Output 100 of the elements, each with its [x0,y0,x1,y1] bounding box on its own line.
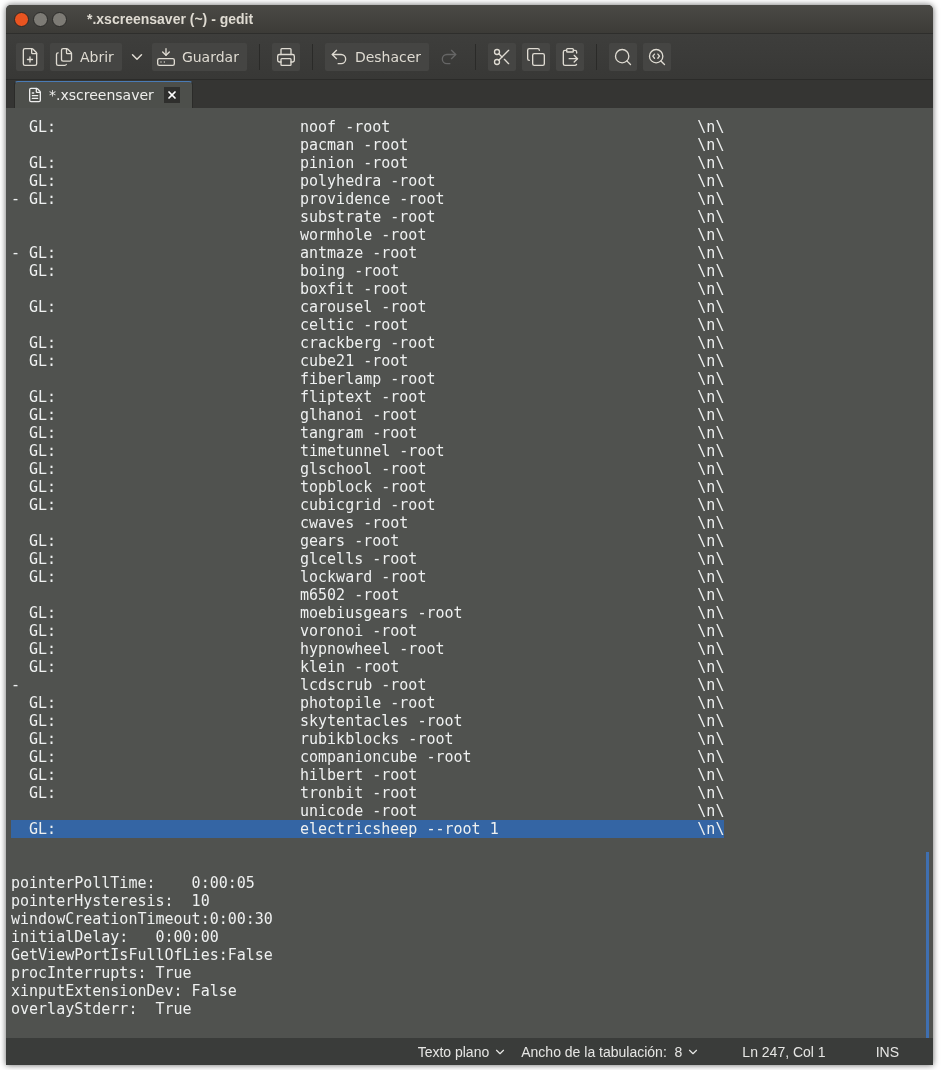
command-text: cube21 -root [300,352,409,370]
line-marker: GL: [28,550,57,568]
line-marker: - GL: [11,190,57,208]
line-marker: GL: [28,712,57,730]
document-tab[interactable]: *.xscreensaver [14,81,193,108]
line-end: \n\ [697,262,725,280]
command-text: pinion -root [300,154,409,172]
line-end: \n\ [697,820,725,838]
copy-button[interactable] [522,42,551,71]
line-marker: GL: [28,766,57,784]
cut-button[interactable] [488,42,517,71]
command-text: boxfit -root [300,280,409,298]
line-marker: GL: [28,820,57,838]
line-end: \n\ [697,154,725,172]
line-marker: GL: [28,496,57,514]
minimize-button[interactable] [33,11,48,27]
command-text: providence -root [300,190,445,208]
line-marker: GL: [28,262,57,280]
line-end: \n\ [697,568,725,586]
maximize-button[interactable] [52,11,67,27]
command-text: lcdscrub -root [300,676,427,694]
close-icon [165,89,178,101]
line-end: \n\ [697,136,725,154]
line-end: \n\ [697,190,725,208]
line-marker: GL: [28,406,57,424]
line-marker: GL: [28,478,57,496]
line-end: \n\ [697,424,725,442]
close-tab-button[interactable] [163,87,180,103]
line-end: \n\ [697,622,725,640]
line-end: \n\ [697,442,725,460]
command-text: fiberlamp -root [300,370,436,388]
command-text: cubicgrid -root [300,496,436,514]
line-marker: GL: [28,154,57,172]
printer-icon [275,46,296,67]
line-marker: GL: [28,622,57,640]
open-button[interactable]: Abrir [50,42,122,71]
line-end: \n\ [697,334,725,352]
line-marker: GL: [28,658,57,676]
line-marker: GL: [28,352,57,370]
command-text: tronbit -root [300,784,418,802]
command-text: moebiusgears -root [300,604,463,622]
setting-line: xinputExtensionDev: False [11,982,237,1000]
line-end: \n\ [697,694,725,712]
command-text: noof -root [300,118,391,136]
tab-width-selector[interactable]: Ancho de la tabulación: 8 [519,1043,703,1060]
setting-line: initialDelay: 0:00:00 [11,928,219,946]
command-text: skytentacles -root [300,712,463,730]
command-text: hypnowheel -root [300,640,445,658]
command-text: glcells -root [300,550,418,568]
line-end: \n\ [697,802,725,820]
cursor-position: Ln 247, Col 1 [742,1043,826,1060]
undo-button[interactable]: Deshacer [324,42,430,71]
command-text: tangram -root [300,424,418,442]
setting-line: pointerHysteresis: 10 [11,892,210,910]
line-marker: GL: [28,784,57,802]
command-text: wormhole -root [300,226,427,244]
command-text: antmaze -root [300,244,418,262]
setting-line: overlayStderr: True [11,1000,192,1018]
line-end: \n\ [697,118,725,136]
document-icon [27,87,43,103]
line-end: \n\ [697,172,725,190]
line-end: \n\ [697,388,725,406]
new-button[interactable] [16,42,44,71]
command-text: klein -root [300,658,400,676]
command-text: lockward -root [300,568,427,586]
line-marker: GL: [28,730,57,748]
line-marker: GL: [28,334,57,352]
line-end: \n\ [697,676,725,694]
paste-button[interactable] [556,42,585,71]
print-button[interactable] [271,42,300,71]
language-selector[interactable]: Texto plano [415,1043,510,1060]
command-text: hilbert -root [300,766,418,784]
replace-button[interactable] [643,42,672,71]
line-end: \n\ [697,460,725,478]
insert-mode: INS [875,1043,899,1060]
line-marker: GL: [28,694,57,712]
search-icon [613,46,634,67]
line-end: \n\ [697,604,725,622]
search-button[interactable] [609,42,638,71]
clipboard-icon [560,46,581,67]
line-end: \n\ [697,208,725,226]
command-text: boing -root [300,262,400,280]
command-text: polyhedra -root [300,172,436,190]
save-icon [155,46,176,67]
command-text: voronoi -root [300,622,418,640]
line-end: \n\ [697,478,725,496]
documents-icon [54,46,74,67]
setting-line: procInterrupts: True [11,964,192,982]
line-end: \n\ [697,550,725,568]
command-text: gears -root [300,532,400,550]
command-text: topblock -root [300,478,427,496]
line-end: \n\ [697,730,725,748]
scrollbar[interactable] [926,852,929,1038]
line-end: \n\ [697,316,725,334]
line-marker: GL: [28,532,57,550]
new-document-icon [20,46,40,67]
close-button[interactable] [14,11,29,27]
line-end: \n\ [697,226,725,244]
save-button[interactable]: Guardar [151,42,247,71]
line-end: \n\ [697,658,725,676]
